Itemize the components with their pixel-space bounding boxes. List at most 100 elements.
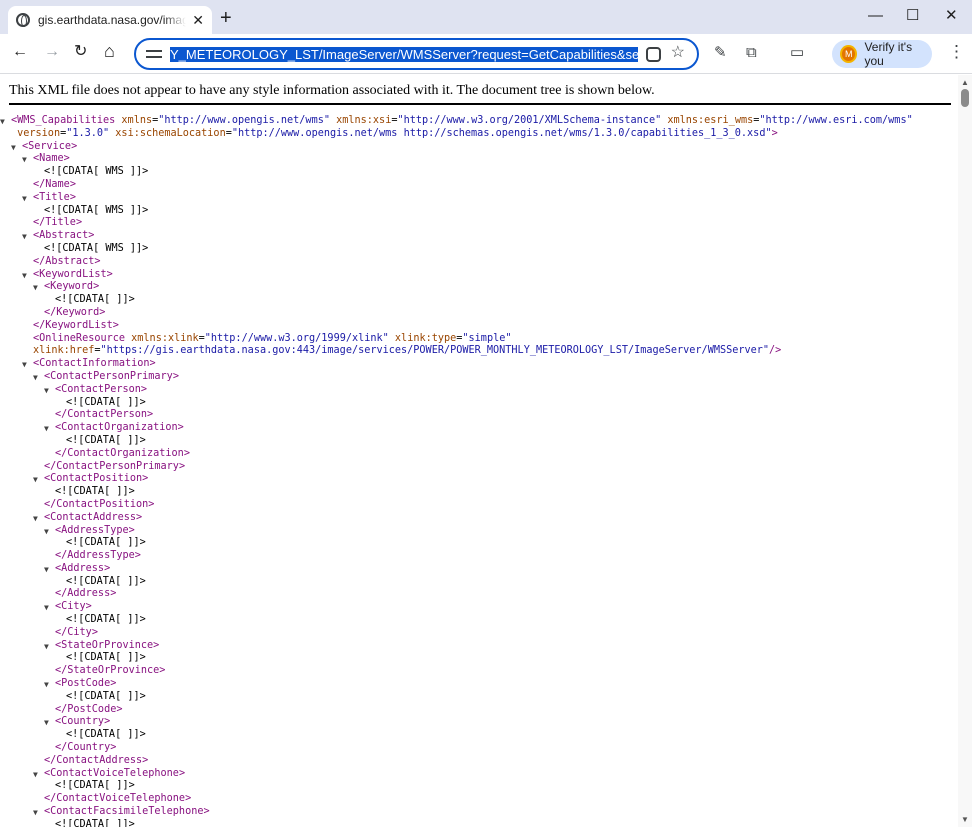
xml-line-text: <Address> xyxy=(55,562,111,574)
xml-line-text: </PostCode> xyxy=(55,703,123,715)
xml-line: ▼ <ContactAddress> xyxy=(8,512,913,525)
xml-line: </ContactPerson> xyxy=(8,409,913,422)
xml-line: <![CDATA[ ]]> xyxy=(8,819,913,827)
xml-line: ▼ <WMS_Capabilities xmlns="http://www.ope… xyxy=(0,115,913,128)
xml-line-text: </ContactPosition> xyxy=(44,498,155,510)
xml-line: xlink:href="https://gis.earthdata.nasa.g… xyxy=(8,345,913,358)
xml-line: </Keyword> xyxy=(8,307,913,320)
xml-line: ▼ <Keyword> xyxy=(8,281,913,294)
scroll-thumb[interactable] xyxy=(961,89,969,107)
xml-line-text: </StateOrProvince> xyxy=(55,665,166,677)
xml-line-text: <Name> xyxy=(33,153,70,165)
xml-line: <![CDATA[ ]]> xyxy=(8,729,913,742)
address-bar[interactable]: Y_METEOROLOGY_LST/ImageServer/WMSServer?… xyxy=(134,38,699,70)
tab-title: gis.earthdata.nasa.gov/image/se xyxy=(38,13,187,27)
xml-line: </ContactPosition> xyxy=(8,499,913,512)
xml-line: ▼ <ContactVoiceTelephone> xyxy=(8,768,913,781)
verify-label: Verify it's you xyxy=(864,40,913,68)
xml-line: ▼ <ContactPerson> xyxy=(8,384,913,397)
page-content: This XML file does not appear to have an… xyxy=(0,75,958,827)
xml-line-text: <![CDATA[ ]]> xyxy=(66,537,146,549)
xml-line: </KeywordList> xyxy=(8,320,913,333)
xml-line: </ContactAddress> xyxy=(8,755,913,768)
xml-line: <![CDATA[ ]]> xyxy=(8,576,913,589)
menu-icon[interactable]: ⋮ xyxy=(948,43,965,60)
lens-icon[interactable] xyxy=(646,47,661,62)
xml-line: ▼ <StateOrProvince> xyxy=(8,640,913,653)
xml-line-text: <ContactInformation> xyxy=(33,358,156,370)
xml-line: ▼ <City> xyxy=(8,601,913,614)
xml-tree: ▼ <WMS_Capabilities xmlns="http://www.ope… xyxy=(0,115,913,827)
tab-close-icon[interactable]: ✕ xyxy=(192,13,204,27)
side-panel-icon[interactable]: ▭ xyxy=(790,45,804,60)
url-text[interactable]: Y_METEOROLOGY_LST/ImageServer/WMSServer?… xyxy=(170,46,638,62)
xml-line-text: <![CDATA[ WMS ]]> xyxy=(44,166,149,178)
globe-icon xyxy=(16,13,30,27)
xml-line-text: <Service> xyxy=(22,140,78,152)
xml-line: </ContactPersonPrimary> xyxy=(8,461,913,474)
extensions-icon[interactable]: ⧉ xyxy=(746,45,757,60)
xml-line-text: <AddressType> xyxy=(55,524,135,536)
xml-line-text: </ContactVoiceTelephone> xyxy=(44,793,192,805)
xml-line: ▼ <PostCode> xyxy=(8,678,913,691)
minimize-button[interactable]: — xyxy=(868,8,883,23)
xml-line: ▼ <AddressType> xyxy=(8,525,913,538)
xml-line: </PostCode> xyxy=(8,704,913,717)
forward-button[interactable]: → xyxy=(44,44,60,60)
xml-line-text: </AddressType> xyxy=(55,550,141,562)
site-info-icon[interactable] xyxy=(146,48,162,60)
xml-line-text: </City> xyxy=(55,626,98,638)
xml-line: ▼ <KeywordList> xyxy=(8,269,913,282)
xml-line-text: </ContactPersonPrimary> xyxy=(44,460,186,472)
xml-line-text: </Abstract> xyxy=(33,255,101,267)
xml-line-text: <![CDATA[ ]]> xyxy=(66,614,146,626)
xml-line-text: <ContactFacsimileTelephone> xyxy=(44,806,210,818)
home-button[interactable]: ⌂ xyxy=(104,42,115,60)
xml-line: ▼ <ContactFacsimileTelephone> xyxy=(8,806,913,819)
xml-line: </ContactVoiceTelephone> xyxy=(8,793,913,806)
xml-line: <![CDATA[ WMS ]]> xyxy=(8,243,913,256)
xml-line-text: </Title> xyxy=(33,217,83,229)
xml-line-text: <Keyword> xyxy=(44,281,100,293)
xml-line: <![CDATA[ ]]> xyxy=(8,486,913,499)
xml-line: </Title> xyxy=(8,217,913,230)
xml-line-text: <Abstract> xyxy=(33,230,95,242)
xml-line: ▼ <Service> xyxy=(8,141,913,154)
xml-line-text: <City> xyxy=(55,601,92,613)
xml-line-text: </Keyword> xyxy=(44,306,106,318)
scroll-up-arrow-icon[interactable]: ▲ xyxy=(961,78,969,87)
scroll-down-arrow-icon[interactable]: ▼ xyxy=(961,815,969,824)
xml-line-text: </Name> xyxy=(33,178,76,190)
xml-line-text: <![CDATA[ ]]> xyxy=(66,434,146,446)
xml-line: </ContactOrganization> xyxy=(8,448,913,461)
maximize-button[interactable]: ☐ xyxy=(906,8,919,23)
xml-line-text: version="1.3.0" xsi:schemaLocation="http… xyxy=(17,127,778,139)
pen-icon[interactable]: ✎ xyxy=(714,45,727,60)
xml-line-text: <ContactPosition> xyxy=(44,473,149,485)
xml-line-text: <![CDATA[ ]]> xyxy=(66,729,146,741)
new-tab-button[interactable]: + xyxy=(220,8,232,28)
xml-line-text: </Country> xyxy=(55,742,117,754)
browser-toolbar: ← → ↻ ⌂ Y_METEOROLOGY_LST/ImageServer/WM… xyxy=(0,34,972,74)
xml-line: ▼ <ContactPosition> xyxy=(8,473,913,486)
xml-line-text: <Title> xyxy=(33,191,76,203)
xml-line-text: <ContactOrganization> xyxy=(55,422,184,434)
tab-active[interactable]: gis.earthdata.nasa.gov/image/se ✕ xyxy=(8,6,212,34)
xml-line: </StateOrProvince> xyxy=(8,665,913,678)
xml-line: ▼ <ContactPersonPrimary> xyxy=(8,371,913,384)
xml-line: ▼ <Country> xyxy=(8,716,913,729)
xml-line-text: <PostCode> xyxy=(55,678,117,690)
xml-line-text: </KeywordList> xyxy=(33,319,119,331)
profile-verify-button[interactable]: M Verify it's you xyxy=(832,40,932,68)
xml-line-text: <WMS_Capabilities xmlns="http://www.open… xyxy=(11,115,913,126)
window-close-button[interactable]: ✕ xyxy=(945,8,958,23)
bookmark-star-icon[interactable]: ☆ xyxy=(671,45,685,61)
xml-line: ▼ <Title> xyxy=(8,192,913,205)
vertical-scrollbar[interactable]: ▲ ▼ xyxy=(958,75,972,827)
reload-button[interactable]: ↻ xyxy=(74,44,87,60)
xml-line-text: <![CDATA[ ]]> xyxy=(55,780,135,792)
back-button[interactable]: ← xyxy=(12,44,28,60)
xml-line-text: <ContactVoiceTelephone> xyxy=(44,767,186,779)
xml-line: <![CDATA[ ]]> xyxy=(8,780,913,793)
xml-line-text: <![CDATA[ ]]> xyxy=(66,652,146,664)
